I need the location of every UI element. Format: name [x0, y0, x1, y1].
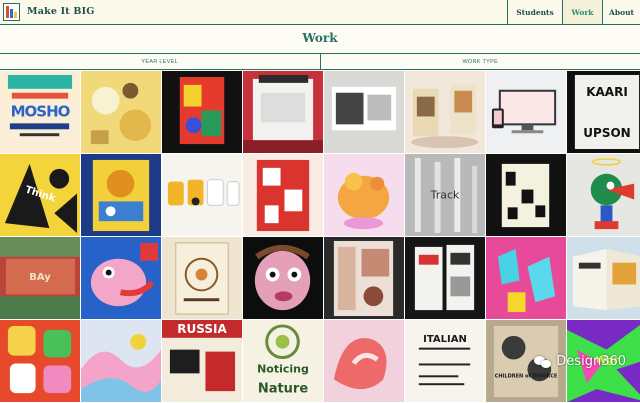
work-thumbnail[interactable]	[162, 237, 243, 320]
main-nav: Students Work About	[507, 0, 640, 24]
nav-about[interactable]: About	[602, 0, 640, 24]
work-thumbnail[interactable]	[81, 154, 162, 237]
work-thumbnail[interactable]: Think	[0, 154, 81, 237]
work-thumbnail[interactable]	[567, 237, 640, 320]
tile-text: MOSHO	[0, 105, 80, 120]
work-thumbnail[interactable]	[81, 237, 162, 320]
work-thumbnail[interactable]: MOSHO	[0, 71, 81, 154]
nav-students[interactable]: Students	[507, 0, 562, 24]
work-thumbnail[interactable]	[567, 154, 640, 237]
work-thumbnail[interactable]: KAARI UPSON	[567, 71, 640, 154]
work-thumbnail[interactable]	[405, 237, 486, 320]
work-thumbnail[interactable]	[486, 154, 567, 237]
tile-text: UPSON	[567, 127, 640, 139]
filter-work-type[interactable]: WORK TYPE	[320, 54, 640, 69]
chat-bubbles-icon	[534, 355, 552, 369]
work-thumbnail[interactable]: Track	[405, 154, 486, 237]
work-thumbnail[interactable]	[243, 71, 324, 154]
work-thumbnail[interactable]: BAy	[0, 237, 81, 320]
work-thumbnail[interactable]	[324, 154, 405, 237]
tile-text: KAARI	[567, 86, 640, 98]
work-thumbnail[interactable]	[486, 237, 567, 320]
work-thumbnail[interactable]	[243, 237, 324, 320]
tile-text: CHILDREN of DIVORCE	[486, 375, 566, 380]
work-thumbnail[interactable]	[81, 71, 162, 154]
filter-bar: YEAR LEVEL WORK TYPE	[0, 53, 640, 70]
nav-work[interactable]: Work	[562, 0, 602, 24]
work-thumbnail[interactable]	[324, 71, 405, 154]
tile-text: RUSSIA	[162, 323, 242, 335]
tile-text: ITALIAN	[405, 335, 485, 345]
work-thumbnail[interactable]	[324, 237, 405, 320]
brand-name[interactable]: Make It BIG	[27, 6, 95, 17]
tile-text: BAy	[0, 273, 80, 283]
tile-text: Nature	[243, 382, 323, 395]
logo-icon[interactable]	[3, 3, 20, 21]
tile-text: Noticing	[243, 364, 323, 375]
watermark: Design360	[534, 354, 626, 369]
work-thumbnail[interactable]	[486, 71, 567, 154]
watermark-text: Design360	[556, 354, 626, 369]
work-thumbnail[interactable]	[405, 71, 486, 154]
top-bar: Make It BIG Students Work About	[0, 0, 640, 25]
work-thumbnail[interactable]	[162, 71, 243, 154]
page-title: Work	[0, 31, 640, 45]
filter-year-level[interactable]: YEAR LEVEL	[0, 54, 320, 69]
work-thumbnail[interactable]	[243, 154, 324, 237]
tile-text: Track	[405, 190, 485, 201]
work-thumbnail[interactable]	[162, 154, 243, 237]
